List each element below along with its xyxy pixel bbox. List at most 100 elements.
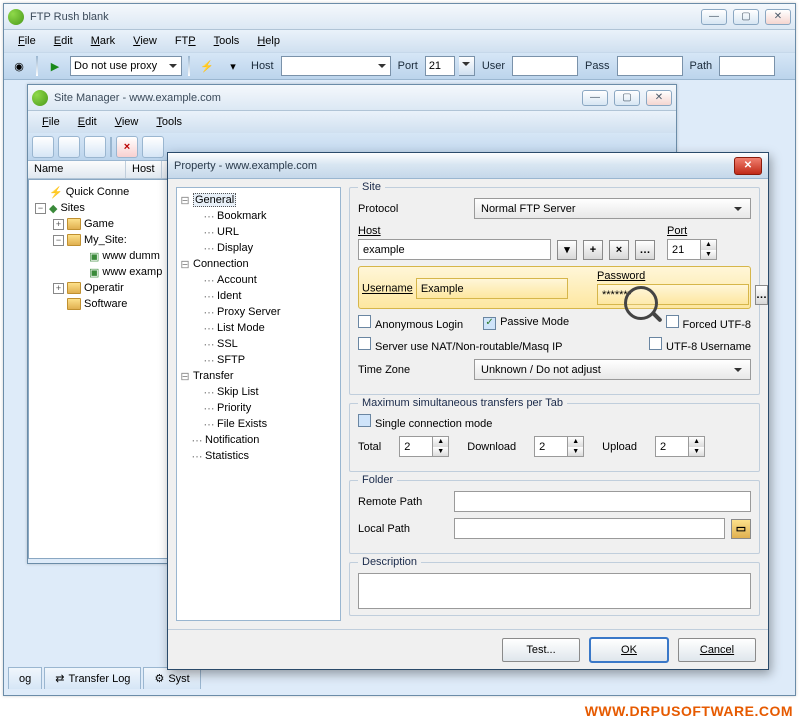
nav-listmode[interactable]: List Mode [217, 322, 265, 334]
lightning-icon[interactable]: ⚡ [196, 55, 218, 77]
sm-menu-edit[interactable]: Edit [70, 114, 105, 130]
cb-utf8[interactable]: Forced UTF-8 [666, 315, 751, 331]
menu-edit[interactable]: Edit [46, 33, 81, 49]
nav-statistics[interactable]: Statistics [205, 450, 249, 462]
nav-notification[interactable]: Notification [205, 434, 259, 446]
expander-icon[interactable]: − [35, 203, 46, 214]
host-remove-button[interactable]: × [609, 240, 629, 260]
tab-log[interactable]: og [8, 667, 42, 689]
app-icon [8, 9, 24, 25]
cancel-button[interactable]: Cancel [678, 638, 756, 662]
nav-skip[interactable]: Skip List [217, 386, 259, 398]
cb-nat[interactable]: Server use NAT/Non-routable/Masq IP [358, 337, 562, 353]
host-field[interactable] [281, 56, 391, 76]
tree-game[interactable]: Game [84, 218, 114, 230]
user-field[interactable] [512, 56, 578, 76]
sm-delete-icon[interactable]: × [116, 136, 138, 158]
download-label: Download [467, 441, 516, 453]
menu-help[interactable]: Help [249, 33, 288, 49]
test-button[interactable]: Test... [502, 638, 580, 662]
remote-path-input[interactable] [454, 491, 751, 512]
nav-proxy[interactable]: Proxy Server [217, 306, 281, 318]
timezone-combo[interactable]: Unknown / Do not adjust [474, 359, 751, 380]
tree-software[interactable]: Software [84, 298, 127, 310]
tree-quick-connect[interactable]: Quick Conne [66, 186, 130, 198]
menu-tools[interactable]: Tools [206, 33, 248, 49]
tab-transfer-log[interactable]: ⇄ Transfer Log [44, 667, 141, 689]
connect-icon[interactable]: ▶ [44, 55, 66, 77]
total-spinner[interactable]: ▲▼ [399, 436, 449, 457]
sm-menu-file[interactable]: File [34, 114, 68, 130]
browse-folder-icon[interactable]: ▭ [731, 519, 751, 539]
property-nav[interactable]: ⊟General ⋯Bookmark ⋯URL ⋯Display ⊟Connec… [176, 187, 341, 621]
cb-anonymous[interactable]: Anonymous Login [358, 315, 463, 331]
close-button[interactable]: ✕ [765, 9, 791, 25]
dlg-close[interactable]: ✕ [734, 157, 762, 175]
password-input[interactable] [597, 284, 749, 305]
sm-close[interactable]: ✕ [646, 90, 672, 106]
tree-mysites[interactable]: My_Site: [84, 234, 127, 246]
nav-bookmark[interactable]: Bookmark [217, 210, 267, 222]
cb-passive[interactable]: ✓Passive Mode [483, 316, 569, 330]
password-browse-button[interactable]: … [755, 285, 768, 305]
port-spinner[interactable]: ▲▼ [667, 239, 751, 260]
cb-single-conn[interactable]: Single connection mode [358, 414, 492, 430]
nav-general[interactable]: General [193, 193, 236, 207]
sm-props-icon[interactable] [142, 136, 164, 158]
port-spinner[interactable] [459, 56, 475, 76]
nav-account[interactable]: Account [217, 274, 257, 286]
maximize-button[interactable]: ▢ [733, 9, 759, 25]
menu-file[interactable]: File [10, 33, 44, 49]
nav-url[interactable]: URL [217, 226, 239, 238]
nav-transfer[interactable]: Transfer [193, 370, 234, 382]
nav-sftp[interactable]: SFTP [217, 354, 245, 366]
menu-mark[interactable]: Mark [83, 33, 123, 49]
proxy-combo[interactable]: Do not use proxy [70, 56, 182, 76]
sm-menu-tools[interactable]: Tools [148, 114, 190, 130]
menu-ftp[interactable]: FTP [167, 33, 204, 49]
path-field[interactable] [719, 56, 775, 76]
dropdown-icon[interactable]: ▾ [222, 55, 244, 77]
tab-system[interactable]: ⚙ Syst [143, 667, 200, 689]
description-input[interactable] [358, 573, 751, 609]
sm-menu-view[interactable]: View [107, 114, 147, 130]
nav-display[interactable]: Display [217, 242, 253, 254]
sm-save-icon[interactable] [84, 136, 106, 158]
menu-view[interactable]: View [125, 33, 165, 49]
host-input[interactable] [358, 239, 551, 260]
pass-field[interactable] [617, 56, 683, 76]
host-browse-button[interactable]: … [635, 240, 655, 260]
tree-sites[interactable]: Sites [60, 202, 84, 214]
sm-minimize[interactable]: — [582, 90, 608, 106]
download-spinner[interactable]: ▲▼ [534, 436, 584, 457]
nav-connection[interactable]: Connection [193, 258, 249, 270]
tree-operatir[interactable]: Operatir [84, 282, 124, 294]
expander-icon[interactable]: − [53, 235, 64, 246]
sm-new-icon[interactable] [32, 136, 54, 158]
local-path-input[interactable] [454, 518, 725, 539]
port-field[interactable] [425, 56, 455, 76]
col-host[interactable]: Host [126, 161, 162, 178]
sm-maximize[interactable]: ▢ [614, 90, 640, 106]
upload-spinner[interactable]: ▲▼ [655, 436, 705, 457]
main-toolbar: ◉ ▶ Do not use proxy ⚡ ▾ Host Port User … [4, 52, 795, 80]
nav-ident[interactable]: Ident [217, 290, 241, 302]
history-icon[interactable]: ◉ [8, 55, 30, 77]
minimize-button[interactable]: — [701, 9, 727, 25]
nav-priority[interactable]: Priority [217, 402, 251, 414]
tree-dummy[interactable]: www dumm [102, 250, 159, 262]
dlg-title: Property - www.example.com [174, 160, 734, 172]
col-name[interactable]: Name [28, 161, 126, 178]
tree-example[interactable]: www examp [102, 266, 162, 278]
expander-icon[interactable]: + [53, 219, 64, 230]
ok-button[interactable]: OK [590, 638, 668, 662]
nav-fileexists[interactable]: File Exists [217, 418, 267, 430]
host-add-button[interactable]: + [583, 240, 603, 260]
protocol-combo[interactable]: Normal FTP Server [474, 198, 751, 219]
host-dropdown[interactable]: ▾ [557, 240, 577, 260]
username-input[interactable] [416, 278, 568, 299]
cb-utf8-username[interactable]: UTF-8 Username [649, 337, 751, 353]
nav-ssl[interactable]: SSL [217, 338, 238, 350]
expander-icon[interactable]: + [53, 283, 64, 294]
sm-open-icon[interactable] [58, 136, 80, 158]
